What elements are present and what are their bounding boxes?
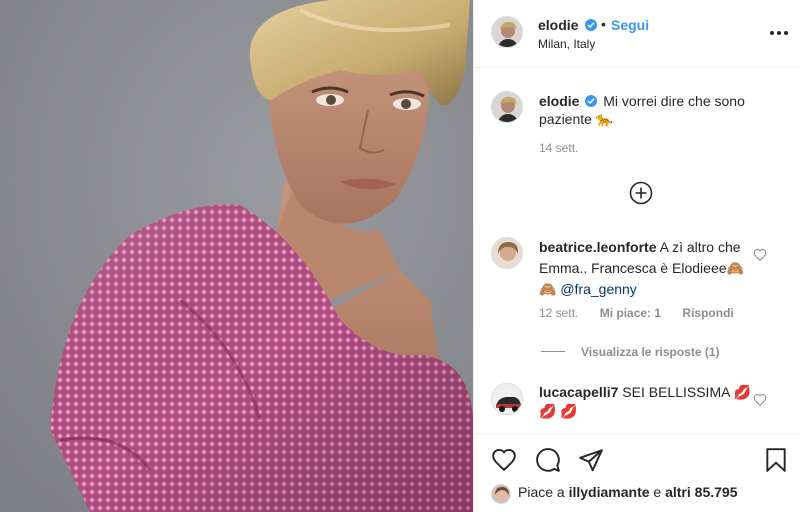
post-header: elodie • Segui Milan, Italy (474, 0, 800, 68)
avatar-image (492, 17, 522, 47)
plus-circle-icon[interactable] (629, 181, 653, 205)
bookmark-icon[interactable] (763, 447, 789, 473)
caption-avatar[interactable] (491, 91, 523, 123)
likes-user[interactable]: illydiamante (569, 484, 650, 500)
comments-section[interactable]: elodie Mi vorrei dire che sono paziente … (474, 69, 800, 433)
comment-text: beatrice.leonforte A zì altro che Emma..… (539, 237, 759, 300)
replies-divider (541, 351, 565, 353)
comment-username[interactable]: beatrice.leonforte (539, 239, 656, 255)
post-location[interactable]: Milan, Italy (538, 37, 595, 51)
likes-conj: e (653, 484, 662, 500)
author-username[interactable]: elodie (538, 17, 578, 33)
comment-icon[interactable] (535, 447, 561, 473)
author-avatar[interactable] (491, 16, 523, 48)
comment-mention[interactable]: @fra_genny (560, 281, 636, 297)
comment-timestamp[interactable]: 12 sett. (539, 306, 578, 320)
more-options-icon[interactable] (770, 24, 788, 42)
avatar-image (492, 92, 522, 122)
likes-summary: Piace a illydiamante e altri 85.795 (518, 484, 737, 500)
post-side-panel: elodie • Segui Milan, Italy elodie Mi vo… (473, 0, 800, 512)
share-icon[interactable] (578, 447, 604, 473)
caption-username[interactable]: elodie (539, 93, 579, 109)
comment-heart-icon[interactable] (753, 393, 767, 407)
verified-badge-icon (585, 95, 598, 107)
comment-text: lucacapelli7 SEI BELLISSIMA 💋 💋 💋 (539, 383, 759, 421)
verified-badge-icon (585, 19, 597, 31)
post-photo[interactable] (0, 0, 473, 512)
comment-username[interactable]: lucacapelli7 (539, 384, 618, 400)
separator-dot: • (601, 16, 606, 32)
reply-button[interactable]: Rispondi (682, 306, 733, 320)
post-actions: Piace a illydiamante e altri 85.795 (474, 433, 800, 512)
follow-button[interactable]: Segui (611, 17, 649, 33)
comment-likes[interactable]: Mi piace: 1 (600, 306, 661, 320)
post-caption: elodie Mi vorrei dire che sono paziente … (539, 92, 779, 128)
view-replies-button[interactable]: Visualizza le risposte (1) (541, 344, 720, 359)
portrait-illustration (0, 0, 473, 512)
heart-icon[interactable] (491, 447, 517, 473)
likes-others[interactable]: altri 85.795 (665, 484, 737, 500)
commenter-avatar[interactable] (491, 237, 523, 269)
likes-prefix: Piace a (518, 484, 565, 500)
view-replies-label: Visualizza le risposte (1) (581, 344, 720, 359)
instagram-post: elodie • Segui Milan, Italy elodie Mi vo… (0, 0, 800, 512)
avatar-image (492, 238, 522, 268)
avatar-image (492, 384, 522, 414)
comment-heart-icon[interactable] (753, 248, 767, 262)
commenter-avatar[interactable] (491, 383, 523, 415)
comment-meta: 12 sett. Mi piace: 1 Rispondi (539, 306, 752, 320)
caption-timestamp[interactable]: 14 sett. (539, 141, 578, 155)
avatar-image (492, 485, 510, 503)
liker-avatar[interactable] (491, 484, 511, 504)
